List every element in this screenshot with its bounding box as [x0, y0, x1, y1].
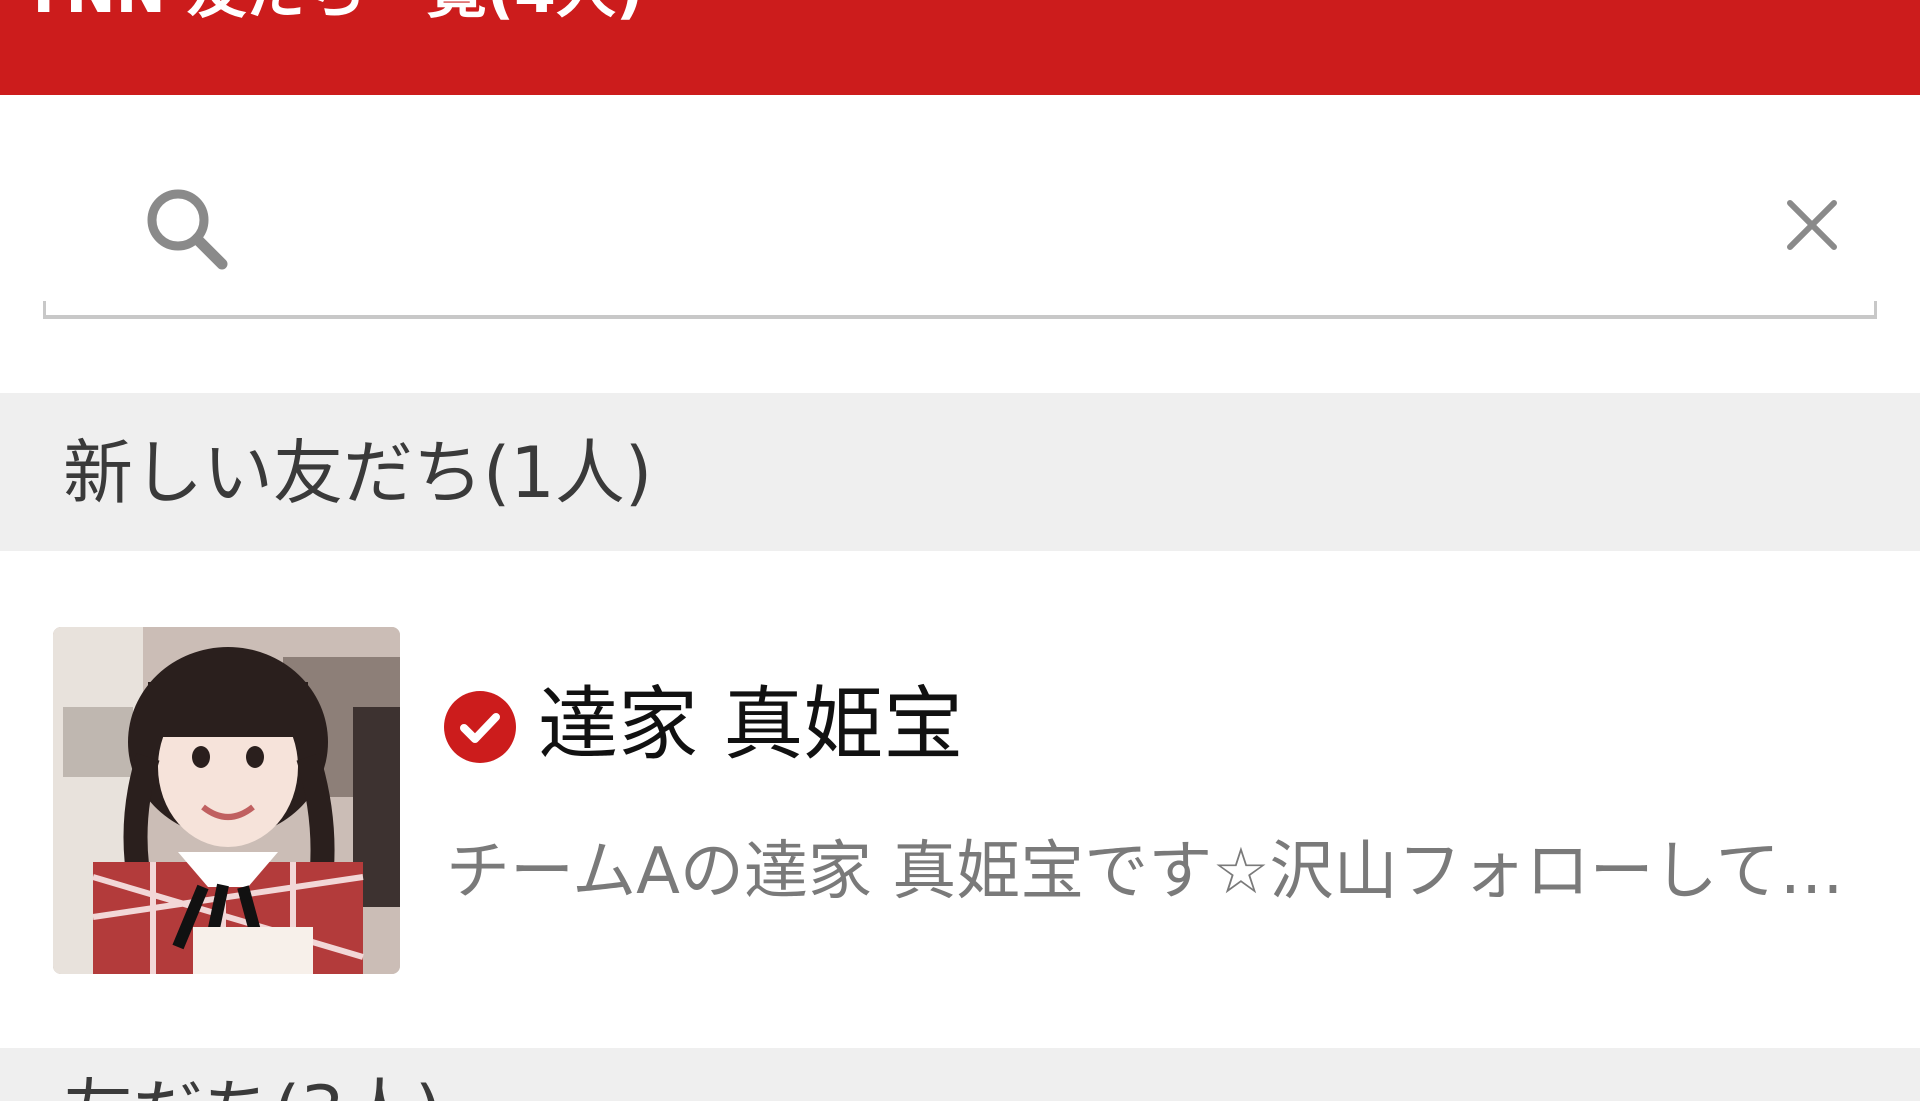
verified-check-icon [444, 691, 516, 763]
friend-name: 達家 真姫宝 [538, 678, 964, 771]
avatar[interactable] [53, 627, 400, 974]
search-icon [147, 189, 228, 270]
avatar-photo [53, 627, 400, 974]
app-header: YNN 友だち一覧(4人) [0, 0, 1920, 95]
section-header-new-friends: 新しい友だち(1人) [0, 393, 1920, 551]
page-title: YNN 友だち一覧(4人) [22, 0, 643, 22]
section-title: 友だち(3人) [63, 1070, 442, 1101]
friend-description: チームAの達家 真姫宝です☆沢山フォローしてね！ [446, 835, 1866, 909]
search-bar [43, 125, 1877, 319]
friend-list-item[interactable]: 達家 真姫宝 チームAの達家 真姫宝です☆沢山フォローしてね！ [0, 551, 1920, 1048]
section-header-friends: 友だち(3人) [0, 1048, 1920, 1101]
close-icon[interactable] [1768, 181, 1856, 269]
search-input[interactable] [278, 175, 1732, 277]
section-title: 新しい友だち(1人) [63, 432, 653, 514]
app-window: YNN 友だち一覧(4人) 新しい友だち(1人) [0, 0, 1920, 1101]
